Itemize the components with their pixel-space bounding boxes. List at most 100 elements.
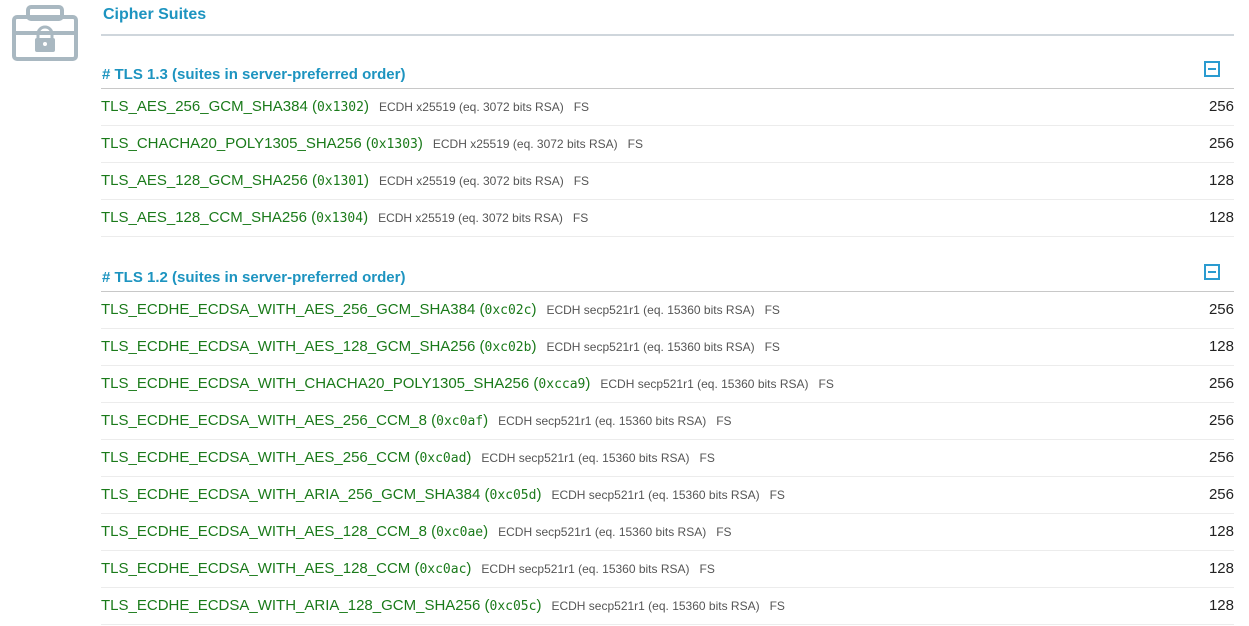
suite-forward-secrecy: FS: [716, 414, 732, 428]
close-paren: ): [531, 301, 537, 318]
suite-line: TLS_ECDHE_ECDSA_WITH_AES_256_CCM (0xc0ad…: [101, 449, 715, 467]
suite-forward-secrecy: FS: [627, 137, 643, 151]
suite-name-link[interactable]: TLS_ECDHE_ECDSA_WITH_ARIA_256_GCM_SHA384: [101, 486, 480, 503]
suite-name-link[interactable]: TLS_ECDHE_ECDSA_WITH_CHACHA20_POLY1305_S…: [101, 375, 529, 392]
suite-name-link[interactable]: TLS_ECDHE_ECDSA_WITH_AES_128_CCM_8: [101, 523, 427, 540]
close-paren: ): [585, 375, 591, 392]
minus-square-icon[interactable]: [1204, 264, 1220, 280]
suite-forward-secrecy: FS: [699, 451, 715, 465]
close-paren: ): [417, 135, 423, 152]
suite-name-link[interactable]: TLS_ECDHE_ECDSA_WITH_AES_128_CCM: [101, 560, 410, 577]
suite-row: TLS_ECDHE_ECDSA_WITH_AES_128_CCM_8 (0xc0…: [101, 514, 1234, 551]
suite-strength-bits: 256: [1208, 135, 1234, 152]
close-paren: ): [363, 98, 369, 115]
suite-code: 0xc02b: [484, 340, 532, 355]
suite-row: TLS_AES_128_GCM_SHA256 (0x1301) ECDH x255…: [101, 163, 1234, 200]
suite-strength-bits: 128: [1208, 560, 1234, 577]
suite-row: TLS_AES_128_CCM_SHA256 (0x1304) ECDH x255…: [101, 200, 1234, 237]
suite-strength-bits: 256: [1208, 301, 1234, 318]
suite-name-link[interactable]: TLS_ECDHE_ECDSA_WITH_AES_256_GCM_SHA384: [101, 301, 475, 318]
open-paren: (: [480, 486, 490, 503]
suite-strength-bits: 128: [1208, 172, 1234, 189]
suite-key-exchange: ECDH x25519 (eq. 3072 bits RSA): [378, 100, 564, 114]
tls12-group: # TLS 1.2 (suites in server-preferred or…: [101, 255, 1234, 625]
suite-line: TLS_ECDHE_ECDSA_WITH_AES_256_GCM_SHA384 …: [101, 301, 780, 319]
open-paren: (: [475, 338, 485, 355]
suite-name-link[interactable]: TLS_ECDHE_ECDSA_WITH_AES_128_GCM_SHA256: [101, 338, 475, 355]
minus-square-icon[interactable]: [1204, 61, 1220, 77]
suite-line: TLS_ECDHE_ECDSA_WITH_AES_128_GCM_SHA256 …: [101, 338, 780, 356]
suite-code: 0xcca9: [538, 377, 586, 392]
section-divider: [101, 34, 1234, 36]
suite-code: 0xc05d: [489, 488, 537, 503]
suite-key-exchange: ECDH secp521r1 (eq. 15360 bits RSA): [498, 414, 707, 428]
open-paren: (: [426, 523, 437, 540]
open-paren: (: [475, 301, 485, 318]
suite-line: TLS_ECDHE_ECDSA_WITH_AES_128_CCM_8 (0xc0…: [101, 523, 732, 541]
suite-forward-secrecy: FS: [769, 599, 785, 613]
suite-name-link[interactable]: TLS_AES_128_CCM_SHA256: [101, 209, 307, 226]
suite-name-link[interactable]: TLS_ECDHE_ECDSA_WITH_AES_256_CCM_8: [101, 412, 427, 429]
suite-code: 0xc0ae: [436, 525, 484, 540]
tls13-group: # TLS 1.3 (suites in server-preferred or…: [101, 52, 1234, 237]
suite-code: 0xc02c: [484, 303, 532, 318]
suite-line: TLS_ECDHE_ECDSA_WITH_ARIA_256_GCM_SHA384…: [101, 486, 785, 504]
suite-row: TLS_ECDHE_ECDSA_WITH_AES_128_GCM_SHA256 …: [101, 329, 1234, 366]
suite-forward-secrecy: FS: [572, 211, 589, 225]
suite-name-link[interactable]: TLS_ECDHE_ECDSA_WITH_AES_256_CCM: [101, 449, 410, 466]
suite-key-exchange: ECDH x25519 (eq. 3072 bits RSA): [378, 211, 563, 225]
suite-row: TLS_ECDHE_ECDSA_WITH_AES_256_GCM_SHA384 …: [101, 292, 1234, 329]
open-paren: (: [426, 412, 437, 429]
suite-forward-secrecy: FS: [764, 340, 780, 354]
suite-row: TLS_ECDHE_ECDSA_WITH_CHACHA20_POLY1305_S…: [101, 366, 1234, 403]
open-paren: (: [306, 209, 317, 226]
suite-code: 0x1301: [316, 174, 364, 189]
close-paren: ): [466, 560, 472, 577]
close-paren: ): [466, 449, 472, 466]
suite-line: TLS_AES_128_CCM_SHA256 (0x1304) ECDH x255…: [101, 209, 588, 227]
close-paren: ): [483, 412, 489, 429]
suite-line: TLS_ECDHE_ECDSA_WITH_CHACHA20_POLY1305_S…: [101, 375, 834, 393]
suite-key-exchange: ECDH x25519 (eq. 3072 bits RSA): [432, 137, 618, 151]
suite-line: TLS_AES_256_GCM_SHA384 (0x1302) ECDH x255…: [101, 98, 589, 116]
suite-code: 0xc0af: [436, 414, 484, 429]
suite-code: 0xc0ac: [419, 562, 467, 577]
open-paren: (: [307, 172, 317, 189]
suite-key-exchange: ECDH x25519 (eq. 3072 bits RSA): [378, 174, 564, 188]
suite-forward-secrecy: FS: [716, 525, 732, 539]
suite-row: TLS_ECDHE_ECDSA_WITH_ARIA_128_GCM_SHA256…: [101, 588, 1234, 625]
suite-strength-bits: 128: [1208, 338, 1234, 355]
suite-strength-bits: 256: [1208, 375, 1234, 392]
open-paren: (: [307, 98, 317, 115]
suite-key-exchange: ECDH secp521r1 (eq. 15360 bits RSA): [546, 303, 755, 317]
suite-code: 0xc05c: [489, 599, 537, 614]
suite-row: TLS_CHACHA20_POLY1305_SHA256 (0x1303) ECD…: [101, 126, 1234, 163]
suite-line: TLS_CHACHA20_POLY1305_SHA256 (0x1303) ECD…: [101, 135, 643, 153]
suite-forward-secrecy: FS: [769, 488, 785, 502]
suite-name-link[interactable]: TLS_ECDHE_ECDSA_WITH_ARIA_128_GCM_SHA256: [101, 597, 480, 614]
close-paren: ): [363, 209, 369, 226]
suite-line: TLS_ECDHE_ECDSA_WITH_AES_128_CCM (0xc0ac…: [101, 560, 715, 578]
suite-row: TLS_ECDHE_ECDSA_WITH_AES_128_CCM (0xc0ac…: [101, 551, 1234, 588]
suite-code: 0xc0ad: [419, 451, 467, 466]
suite-code: 0x1302: [316, 100, 364, 115]
close-paren: ): [536, 486, 542, 503]
suite-forward-secrecy: FS: [573, 174, 590, 188]
suite-strength-bits: 256: [1208, 449, 1234, 466]
open-paren: (: [480, 597, 490, 614]
suite-key-exchange: ECDH secp521r1 (eq. 15360 bits RSA): [551, 488, 760, 502]
suite-name-link[interactable]: TLS_AES_256_GCM_SHA384: [101, 98, 308, 115]
suite-key-exchange: ECDH secp521r1 (eq. 15360 bits RSA): [600, 377, 809, 391]
suite-forward-secrecy: FS: [573, 100, 590, 114]
suite-line: TLS_ECDHE_ECDSA_WITH_ARIA_128_GCM_SHA256…: [101, 597, 785, 615]
suite-strength-bits: 256: [1208, 98, 1234, 115]
suite-key-exchange: ECDH secp521r1 (eq. 15360 bits RSA): [546, 340, 755, 354]
lock-icon: [12, 5, 78, 61]
suite-key-exchange: ECDH secp521r1 (eq. 15360 bits RSA): [551, 599, 760, 613]
suite-code: 0x1303: [370, 137, 418, 152]
suite-code: 0x1304: [316, 211, 364, 226]
suite-name-link[interactable]: TLS_AES_128_GCM_SHA256: [101, 172, 308, 189]
suite-key-exchange: ECDH secp521r1 (eq. 15360 bits RSA): [481, 562, 690, 576]
suite-name-link[interactable]: TLS_CHACHA20_POLY1305_SHA256: [101, 135, 362, 152]
suite-key-exchange: ECDH secp521r1 (eq. 15360 bits RSA): [498, 525, 707, 539]
